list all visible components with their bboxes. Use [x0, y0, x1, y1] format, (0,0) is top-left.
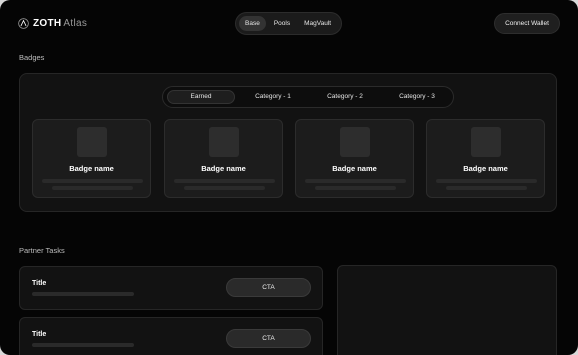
tab-category-3[interactable]: Category - 3	[383, 90, 451, 104]
badge-card[interactable]: Badge name	[426, 119, 545, 198]
badges-panel: Earned Category - 1 Category - 2 Categor…	[19, 73, 557, 212]
badge-card[interactable]: Badge name	[295, 119, 414, 198]
badge-skeleton-line	[174, 179, 275, 183]
badge-skeleton-line	[52, 186, 133, 190]
badge-image	[209, 127, 239, 157]
badge-skeleton-line	[184, 186, 265, 190]
badge-skeleton-line	[305, 179, 406, 183]
partner-side-panel	[337, 265, 557, 355]
badge-name: Badge name	[69, 164, 114, 173]
app-window: ZOTH Atlas Base Pools MagVault Connect Wa…	[0, 0, 578, 355]
badge-skeleton-line	[446, 186, 527, 190]
badges-section-title: Badges	[19, 53, 45, 62]
nav-item-base[interactable]: Base	[239, 16, 266, 31]
task-title: Title	[32, 280, 47, 287]
badge-card[interactable]: Badge name	[32, 119, 151, 198]
task-skeleton-line	[32, 292, 134, 296]
badge-skeleton-line	[315, 186, 396, 190]
task-card: Title CTA	[19, 266, 323, 310]
tab-earned[interactable]: Earned	[167, 90, 235, 104]
badge-skeleton-line	[42, 179, 143, 183]
tab-category-2[interactable]: Category - 2	[311, 90, 379, 104]
task-title: Title	[32, 331, 47, 338]
connect-wallet-button[interactable]: Connect Wallet	[494, 13, 560, 34]
badge-name: Badge name	[463, 164, 508, 173]
tab-category-1[interactable]: Category - 1	[239, 90, 307, 104]
logo-brand: ZOTH	[33, 17, 62, 29]
task-cta-button[interactable]: CTA	[226, 278, 311, 297]
partner-tasks-section-title: Partner Tasks	[19, 246, 65, 255]
task-card: Title CTA	[19, 317, 323, 355]
badge-card[interactable]: Badge name	[164, 119, 283, 198]
task-skeleton-line	[32, 343, 134, 347]
task-cta-button[interactable]: CTA	[226, 329, 311, 348]
badge-name: Badge name	[201, 164, 246, 173]
logo-sub: Atlas	[63, 17, 88, 29]
badge-skeleton-line	[436, 179, 537, 183]
nav-item-magvault[interactable]: MagVault	[298, 16, 337, 31]
logo-text: ZOTH Atlas	[33, 18, 87, 29]
badge-image	[340, 127, 370, 157]
badge-image	[471, 127, 501, 157]
logo[interactable]: ZOTH Atlas	[18, 16, 87, 30]
badge-image	[77, 127, 107, 157]
nav-item-pools[interactable]: Pools	[268, 16, 296, 31]
top-nav: Base Pools MagVault	[235, 12, 342, 35]
zoth-logo-icon	[18, 17, 29, 29]
badge-name: Badge name	[332, 164, 377, 173]
badge-category-tabs: Earned Category - 1 Category - 2 Categor…	[162, 86, 454, 108]
